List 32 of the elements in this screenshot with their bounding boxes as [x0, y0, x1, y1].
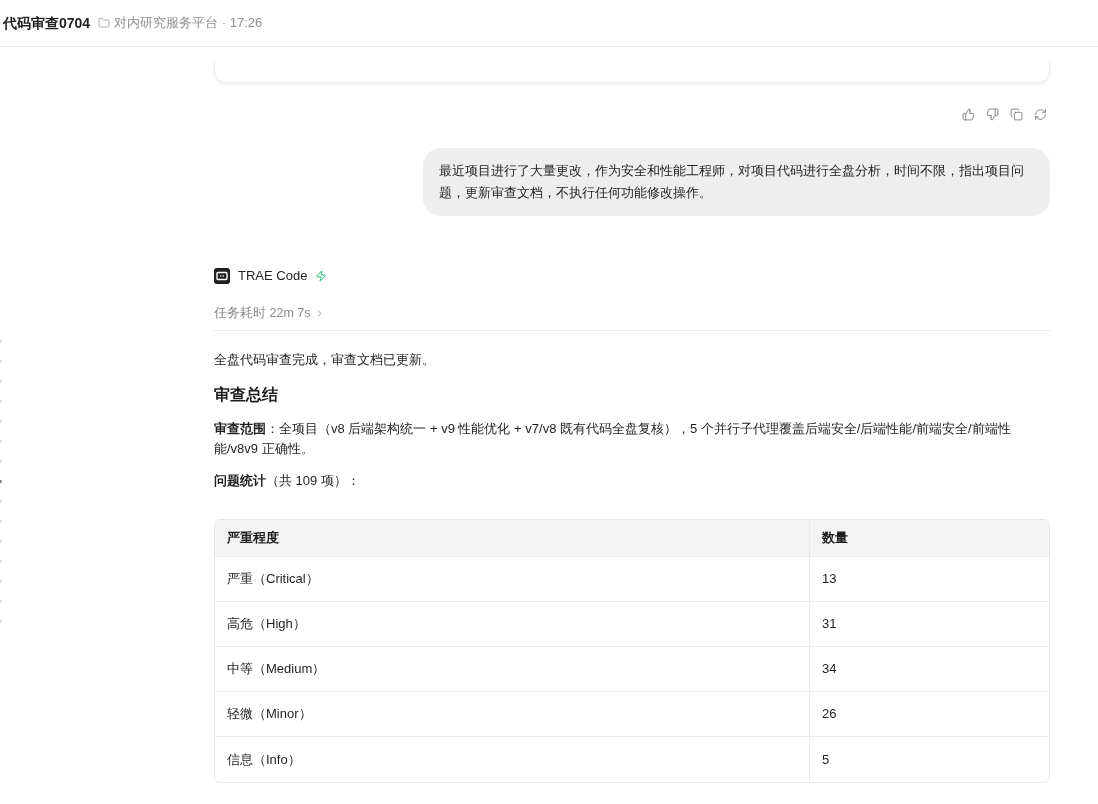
user-message-bubble: 最近项目进行了大量更改，作为安全和性能工程师，对项目代码进行全盘分析，时间不限，指出项目问题，更新审查文档，不执行任何功能修改操作。 — [423, 148, 1050, 216]
table-cell-text: 31 — [821, 615, 838, 634]
summary-text: 全盘代码审查完成，审查文档已更新。 — [214, 351, 436, 369]
thumbs-down-button[interactable] — [985, 107, 999, 121]
folder-icon — [98, 17, 111, 29]
column-header: 数量 — [821, 529, 849, 548]
project-subtitle: 对内研究服务平台 · 17:26 — [114, 14, 263, 33]
table-cell-text: 5 — [821, 750, 831, 769]
table-cell: 严重（Critical） — [215, 557, 810, 601]
column-header: 严重程度 — [215, 520, 810, 556]
lightning-icon — [315, 270, 328, 282]
terminal-logo-icon — [214, 268, 230, 284]
conversation-title: 代码审查0704 — [3, 13, 91, 33]
table-cell: 高危（High） — [215, 602, 810, 646]
table-cell-text: 26 — [821, 705, 838, 724]
regenerate-button[interactable] — [1033, 107, 1047, 121]
thumbs-up-icon — [961, 107, 975, 121]
table-cell-text: 34 — [821, 660, 838, 679]
copy-button[interactable] — [1009, 107, 1023, 121]
thumbs-down-icon — [985, 107, 999, 121]
copy-icon — [1009, 107, 1023, 121]
table-cell: 信息（Info） — [215, 737, 810, 782]
thumbs-up-button[interactable] — [961, 107, 975, 121]
body-paragraph: 审查范围：全项目（v8 后端架构统一 + v9 性能优化 + v7/v8 既有代码全盘复核），5 个并行子代理覆盖后端安全/后端性能/前端安全/前端性能/v8v9 正确性。 — [214, 420, 1012, 458]
body-paragraph: 问题统计（共 109 项）： — [214, 472, 361, 490]
refresh-icon — [1033, 107, 1047, 121]
table-cell-text: 13 — [821, 570, 838, 589]
assistant-name: TRAE Code — [238, 267, 308, 286]
task-duration[interactable]: 任务耗时 22m 7s — [214, 305, 311, 321]
section-heading: 审查总结 — [214, 385, 279, 405]
table-cell: 中等（Medium） — [215, 647, 810, 691]
table-cell: 轻微（Minor） — [215, 692, 810, 736]
